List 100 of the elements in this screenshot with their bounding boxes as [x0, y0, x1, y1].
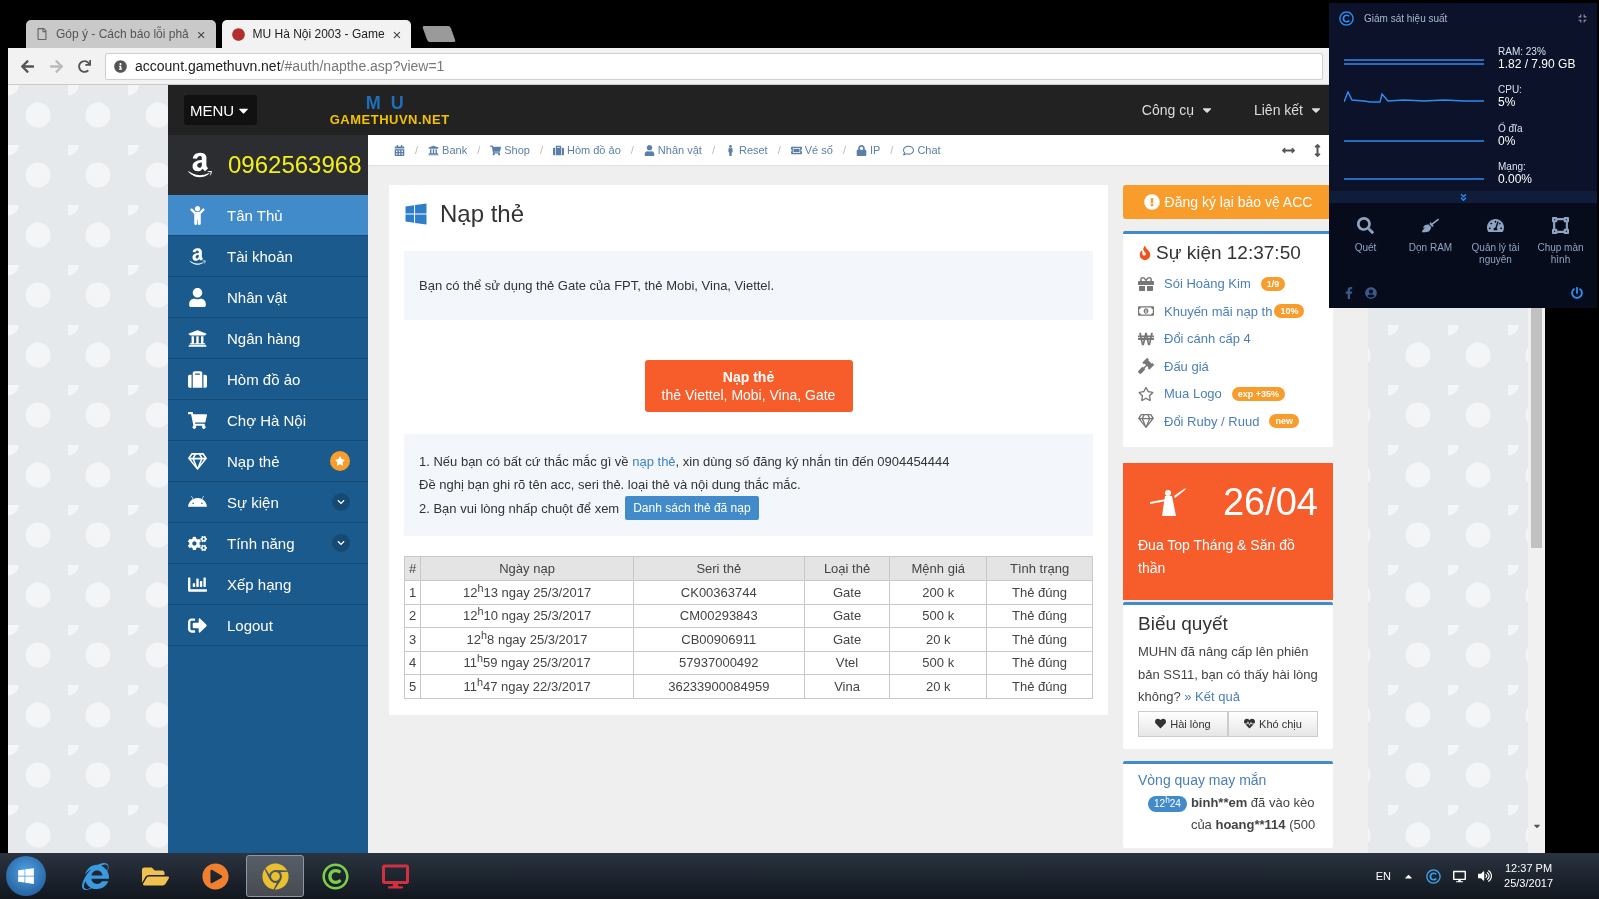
breadcrumb-link[interactable]: IP: [855, 144, 881, 156]
event-link[interactable]: Sói Hoàng Kim: [1164, 276, 1251, 292]
reload-button[interactable]: [78, 59, 91, 73]
breadcrumb-link[interactable]: Hòm đồ ảo: [552, 144, 621, 156]
table-cell: 2: [404, 604, 421, 628]
breadcrumb-separator: /: [476, 144, 482, 156]
clock[interactable]: 12:37 PM 25/3/2017: [1504, 861, 1553, 891]
heart-icon: [1155, 718, 1167, 729]
event-link[interactable]: Đấu giá: [1164, 358, 1209, 374]
results-link[interactable]: » Kết quả: [1184, 689, 1240, 704]
close-tab-button[interactable]: ×: [196, 25, 206, 43]
diamond-icon: [188, 451, 207, 471]
nav-dropdown-link[interactable]: Liên kết: [1253, 102, 1323, 118]
table-cell: CK00363744: [633, 580, 805, 604]
help-text: 2. Bạn vui lòng nhấp chuột để xem: [419, 499, 620, 518]
breadcrumb-separator: /: [776, 144, 782, 156]
page-icon: [36, 28, 48, 40]
power-icon[interactable]: [1571, 287, 1583, 299]
breadcrumb-link[interactable]: Reset: [724, 144, 768, 156]
metric-label: CPU:: [1498, 83, 1522, 96]
time-badge: 12$^{h}$24: [1148, 795, 1187, 812]
search-icon: [1357, 217, 1374, 234]
breadcrumb-link[interactable]: Shop: [490, 144, 530, 156]
taskbar-app-button[interactable]: [246, 855, 304, 897]
menu-button[interactable]: MENU: [184, 95, 258, 125]
gears-icon: [188, 533, 207, 553]
table-cell: Thẻ đúng: [986, 674, 1093, 698]
facebook-icon[interactable]: [1343, 287, 1355, 299]
suitcase-icon: [552, 144, 564, 156]
metric-value: 1.82 / 7.90 GB: [1498, 57, 1576, 71]
column-header: #: [404, 556, 421, 581]
monitor-action-button[interactable]: Chụp màn hình: [1528, 217, 1593, 266]
broom-icon: [1422, 217, 1439, 234]
nav-dropdown-link[interactable]: Công cụ: [1141, 102, 1214, 118]
start-button[interactable]: [6, 856, 46, 896]
column-header: Mệnh giá: [889, 556, 987, 581]
sidebar-item[interactable]: Tân Thủ: [168, 195, 368, 236]
event-link[interactable]: Đổi cánh cấp 4: [1164, 331, 1251, 347]
crop-icon: [1552, 217, 1569, 234]
collapse-icon[interactable]: [1578, 14, 1587, 23]
star-icon: [1138, 385, 1154, 402]
monitor-action-button[interactable]: Dọn RAM: [1398, 217, 1463, 254]
back-button[interactable]: [20, 58, 35, 74]
address-field[interactable]: account.gamethuvn.net/#auth/napthe.asp?view=1: [105, 52, 1323, 80]
phone-number: 0962563968: [228, 151, 362, 179]
table-cell: 36233900084959: [633, 674, 805, 698]
logo-mark: MU: [365, 93, 414, 112]
event-link[interactable]: Mua Logo: [1164, 386, 1222, 402]
comment-icon: [903, 144, 915, 156]
table-cell: 1: [404, 580, 421, 604]
suitcase-icon: [188, 369, 207, 389]
event-link[interactable]: Khuyến mãi nạp th: [1164, 303, 1273, 319]
breadcrumb-link[interactable]: Chat: [903, 144, 941, 156]
metric-value: 0%: [1498, 134, 1517, 148]
breadcrumb-separator: /: [841, 144, 847, 156]
table-cell: 20 k: [889, 674, 987, 698]
promo-date: 26/04: [1222, 481, 1318, 524]
column-header: Ngày nạp: [420, 556, 634, 581]
breadcrumb-link[interactable]: Vé số: [790, 144, 833, 156]
reload-icon: [78, 59, 91, 73]
browser-tab[interactable]: Góp ý - Cách báo lỗi phả ×: [26, 20, 216, 48]
browser-icon: [261, 862, 289, 890]
table-cell: 200 k: [889, 580, 987, 604]
breadcrumb-separator: /: [538, 144, 544, 156]
play-icon: [201, 862, 229, 890]
card-list-button[interactable]: Danh sách thẻ đã nạp: [625, 496, 759, 520]
help-text: Đề nghị bạn ghi rõ tên acc, seri thẻ. loại thẻ và nội dung thắc mắc.: [419, 476, 802, 494]
breadcrumb-link[interactable]: Nhân vật: [643, 144, 702, 156]
event-badge: 10%: [1274, 304, 1305, 319]
calendar-icon: [394, 144, 405, 156]
speaker-icon[interactable]: [1478, 869, 1493, 883]
user-icon[interactable]: [1365, 287, 1377, 299]
browser-tab[interactable]: MU Hà Nội 2003 - Game ×: [221, 20, 412, 48]
breadcrumb-separator: /: [889, 144, 895, 156]
event-link[interactable]: Đổi Ruby / Ruud: [1164, 413, 1260, 429]
table-cell: CB00906911: [633, 627, 805, 651]
language-indicator[interactable]: EN: [1375, 870, 1392, 882]
top-up-link[interactable]: nạp thẻ: [632, 454, 676, 469]
breadcrumb-link[interactable]: Bank: [428, 144, 468, 156]
monitor-action-button[interactable]: Quản lý tài nguyên: [1463, 217, 1528, 266]
poll-question: MUHN đã nâng cấp lên phiên bản SS11, bạn có thấy hài lòng không? » Kết quả: [1138, 643, 1318, 706]
forward-arrow-icon: [49, 58, 64, 74]
scrollbar-thumb[interactable]: [1531, 308, 1542, 548]
table-cell: 11$^{h}$59 ngay 25/3/2017: [420, 651, 634, 675]
table-cell: Gate: [804, 627, 890, 651]
table-cell: 57937000492: [633, 651, 805, 675]
url-text: account.gamethuvn.net/#auth/napthe.asp?view=1: [135, 58, 445, 74]
windows-icon: [404, 202, 428, 226]
monitor-action-button[interactable]: Quét: [1333, 217, 1398, 254]
new-tab-button[interactable]: [422, 26, 457, 42]
diamond-icon: [1138, 413, 1154, 430]
vote-button[interactable]: Khó chịu: [1228, 710, 1318, 737]
browser-icon: [81, 862, 109, 890]
column-header: Loại thẻ: [804, 556, 890, 581]
table-cell: Vina: [804, 674, 890, 698]
user-icon: [188, 287, 207, 307]
vote-button[interactable]: Hài lòng: [1138, 710, 1228, 737]
expand-icon[interactable]: [1458, 192, 1468, 202]
letter-a-icon: [188, 246, 207, 266]
close-tab-button[interactable]: ×: [392, 25, 402, 43]
